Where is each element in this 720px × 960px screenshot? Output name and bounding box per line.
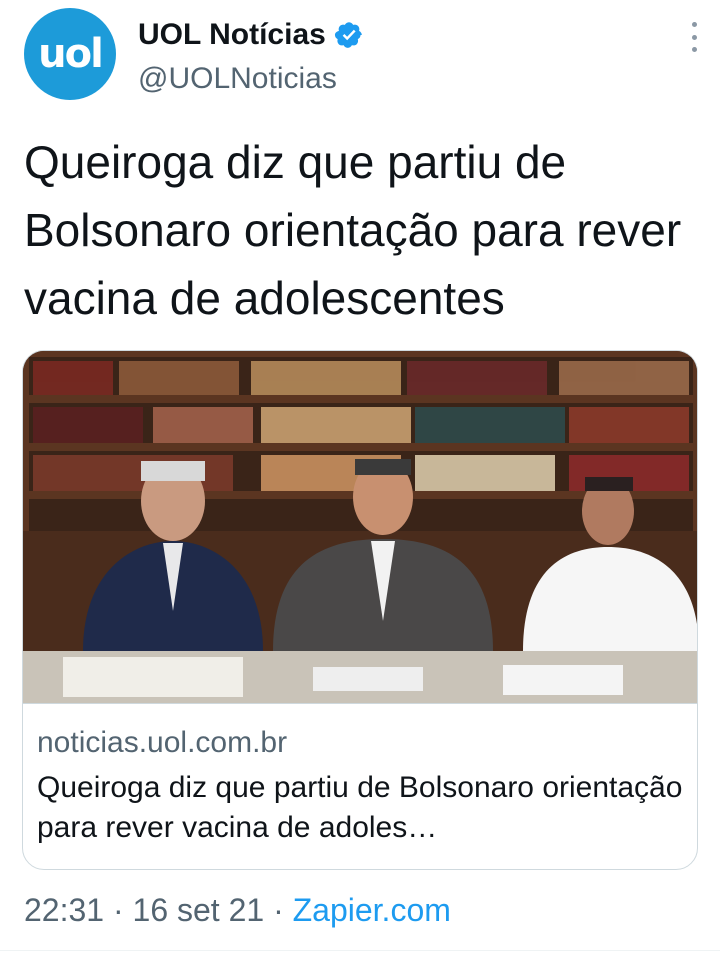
name-row: UOL Notícias (138, 18, 364, 52)
user-handle[interactable]: @UOLNoticias (138, 62, 337, 96)
tweet-time[interactable]: 22:31 (24, 892, 104, 928)
display-name[interactable]: UOL Notícias (138, 18, 326, 52)
avatar-logo-text: uol (38, 31, 104, 77)
meta-separator: · (273, 892, 284, 928)
tweet-text: Queiroga diz que partiu de Bolsonaro ori… (24, 136, 682, 324)
card-body[interactable]: noticias.uol.com.br Queiroga diz que par… (23, 703, 697, 869)
link-card[interactable]: noticias.uol.com.br Queiroga diz que par… (22, 350, 698, 870)
tweet-header: uol UOL Notícias @UOLNoticias (24, 8, 704, 104)
verified-badge-icon (334, 22, 362, 48)
more-options-icon[interactable] (684, 22, 704, 52)
tweet-source-link[interactable]: Zapier.com (293, 892, 451, 928)
card-title: Queiroga diz que partiu de Bolsonaro ori… (37, 771, 683, 844)
card-image[interactable] (23, 351, 697, 703)
divider (0, 950, 720, 951)
card-domain: noticias.uol.com.br (37, 726, 288, 759)
meta-separator: · (112, 892, 124, 928)
avatar[interactable]: uol (24, 8, 116, 100)
tweet-date[interactable]: 16 set 21 (133, 892, 265, 928)
press-conference-photo (23, 351, 697, 703)
tweet-meta: 22:31 · 16 set 21 · Zapier.com (24, 892, 451, 929)
